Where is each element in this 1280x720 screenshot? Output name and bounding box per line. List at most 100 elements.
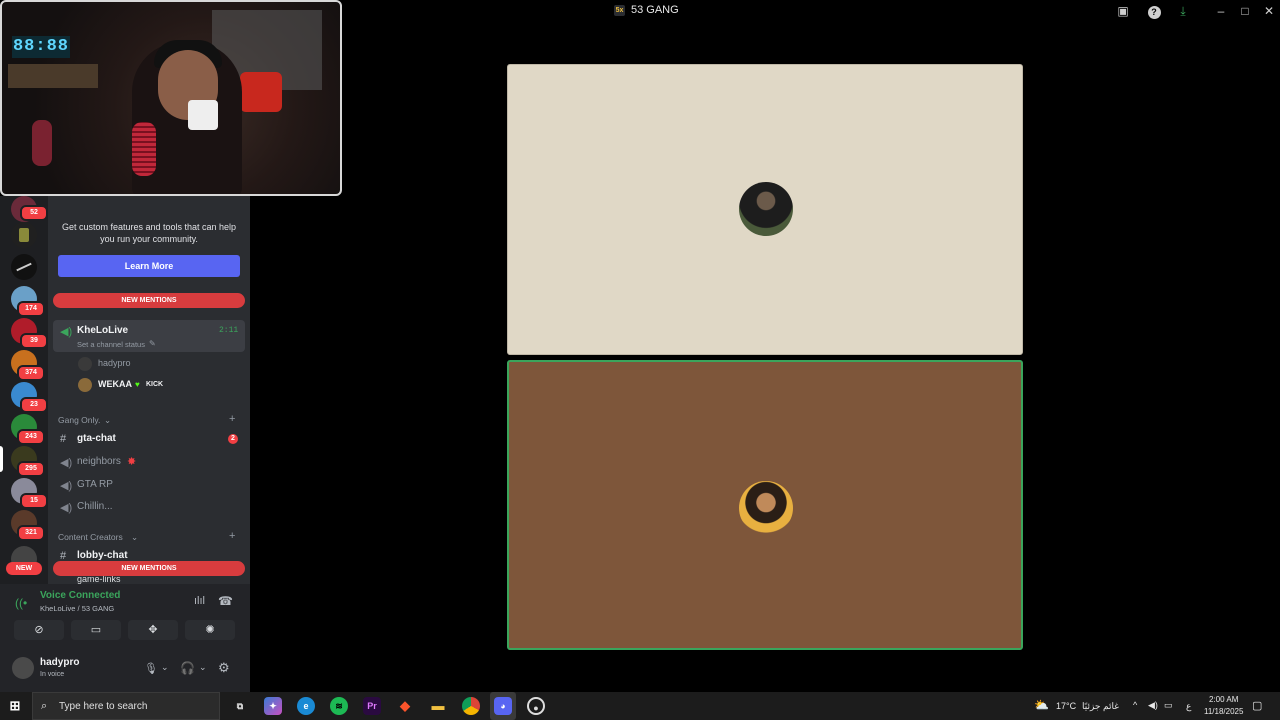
participant-avatar <box>739 182 793 236</box>
input-language[interactable]: ع <box>1186 701 1191 712</box>
task-view-icon[interactable]: ⧉ <box>231 697 249 715</box>
server-mention-badge: 52 <box>20 205 48 221</box>
clock-date[interactable]: 11/18/2025 <box>1204 707 1243 716</box>
category-title[interactable]: Content Creators <box>58 532 123 542</box>
taskbar-search-box[interactable]: ⌕ Type here to search <box>32 692 220 720</box>
speaker-icon: ◀) <box>60 480 73 492</box>
new-mentions-bar[interactable]: NEW MENTIONS <box>53 561 245 576</box>
add-channel-icon[interactable]: + <box>229 413 235 425</box>
chevron-down-icon[interactable]: ⌄ <box>199 662 207 673</box>
category-title[interactable]: Gang Only. <box>58 415 100 425</box>
voice-member-name[interactable]: WEKAA <box>98 379 132 389</box>
windows-start-icon[interactable]: ⊞ <box>6 697 24 715</box>
weather-temp[interactable]: 17°C <box>1056 701 1076 711</box>
spotify-icon[interactable]: ≋ <box>330 697 348 715</box>
mention-badge: 2 <box>228 434 238 444</box>
search-icon: ⌕ <box>41 700 48 712</box>
active-server-pill <box>0 446 3 472</box>
server-logo-icon: 5x <box>614 4 625 16</box>
chevron-down-icon[interactable]: ⌄ <box>104 415 111 426</box>
new-mentions-bar[interactable]: NEW MENTIONS <box>53 293 245 308</box>
clock-time[interactable]: 2:00 AM <box>1209 695 1238 704</box>
username[interactable]: hadypro <box>40 657 79 668</box>
channel-lobby-chat[interactable]: lobby-chat <box>77 550 128 561</box>
channel-chillin[interactable]: Chillin... <box>77 501 113 512</box>
microphone-icon[interactable]: 🎙 <box>144 662 158 675</box>
download-icon[interactable]: ⤓ <box>1176 4 1190 18</box>
premiere-icon[interactable]: Pr <box>363 697 381 715</box>
minimize-icon[interactable]: – <box>1214 4 1228 18</box>
star-icon: ✸ <box>127 456 137 468</box>
speaker-icon: ◀) <box>60 502 73 514</box>
soundboard-button[interactable]: ✺ <box>185 620 235 640</box>
channel-gta-chat[interactable]: gta-chat <box>77 433 116 444</box>
noise-suppression-icon[interactable]: ılıl <box>194 595 205 607</box>
server-icon[interactable] <box>11 254 37 280</box>
signal-icon: ((• <box>15 596 28 610</box>
settings-gear-icon[interactable]: ⚙ <box>218 660 230 676</box>
brave-icon[interactable]: ◆ <box>396 697 414 715</box>
learn-more-button[interactable]: Learn More <box>58 255 240 277</box>
kick-heart-icon: ♥ <box>135 380 140 389</box>
server-mention-badge: 39 <box>20 333 48 349</box>
server-mention-badge: 243 <box>17 429 45 445</box>
speaker-icon: ◀) <box>60 457 73 469</box>
speaker-volume-icon[interactable]: ◀) <box>1148 700 1158 711</box>
windows-taskbar: ⊞ ⌕ Type here to search ⧉ ✦ e ≋ Pr ◆ ▬ ◕… <box>0 692 1280 720</box>
obs-icon[interactable]: ● <box>527 697 545 715</box>
show-hidden-icons-icon[interactable]: ^ <box>1133 700 1137 710</box>
screen-share-button[interactable]: ▭ <box>71 620 121 640</box>
voice-member-name[interactable]: hadypro <box>98 358 131 368</box>
voice-channel-timer: 2:11 <box>219 326 239 335</box>
notifications-icon[interactable]: ▢ <box>1252 699 1262 712</box>
server-mention-badge: 321 <box>17 525 45 541</box>
maximize-icon[interactable]: □ <box>1238 4 1252 18</box>
taskbar-search-placeholder: Type here to search <box>59 701 148 712</box>
add-channel-icon[interactable]: + <box>229 530 235 542</box>
chrome-icon[interactable] <box>462 697 480 715</box>
voice-connected-status[interactable]: Voice Connected <box>40 590 120 601</box>
server-mention-badge: 15 <box>20 493 48 509</box>
webcam-shelf <box>8 64 98 88</box>
user-avatar[interactable] <box>12 657 34 679</box>
discord-icon[interactable]: ◕ <box>494 697 512 715</box>
channel-status[interactable]: Set a channel status <box>77 340 145 349</box>
disconnect-icon[interactable]: ☎ <box>218 594 233 608</box>
participant-tile-2-speaking[interactable] <box>507 360 1023 650</box>
edge-icon[interactable]: e <box>297 697 315 715</box>
participant-avatar <box>739 481 793 535</box>
webcam-figure <box>32 120 52 166</box>
webcam-overlay: 88:88 <box>0 0 342 196</box>
weather-icon: ⛅ <box>1034 698 1049 712</box>
file-explorer-icon[interactable]: ▬ <box>429 697 447 715</box>
window-title: 5x 53 GANG <box>614 4 679 16</box>
webcam-digital-clock: 88:88 <box>12 36 70 58</box>
close-icon[interactable]: ✕ <box>1262 4 1276 18</box>
participant-tile-1[interactable] <box>507 64 1023 355</box>
boost-promo-text: Get custom features and tools that can h… <box>61 222 237 244</box>
user-status: In voice <box>40 671 65 678</box>
headphones-icon[interactable]: 🎧 <box>180 661 195 675</box>
network-icon[interactable]: ▭ <box>1164 700 1173 711</box>
chevron-down-icon[interactable]: ⌄ <box>161 662 169 673</box>
server-mention-badge: 374 <box>17 365 45 381</box>
webcam-mug <box>188 100 218 130</box>
camera-off-button[interactable]: ⊘ <box>14 620 64 640</box>
channel-neighbors[interactable]: neighbors <box>77 456 121 467</box>
inbox-icon[interactable]: ▣ <box>1116 4 1130 18</box>
kick-tag: KICK <box>146 381 164 388</box>
voice-location[interactable]: KheLoLive / 53 GANG <box>40 604 114 613</box>
server-icon[interactable] <box>11 222 37 248</box>
member-avatar <box>78 378 92 392</box>
activities-button[interactable]: ✥ <box>128 620 178 640</box>
hash-icon: # <box>60 433 67 445</box>
chevron-down-icon[interactable]: ⌄ <box>131 532 138 543</box>
new-unreads-pill[interactable]: NEW <box>6 562 42 575</box>
copilot-icon[interactable]: ✦ <box>264 697 282 715</box>
channel-gta-rp[interactable]: GTA RP <box>77 479 113 490</box>
weather-label[interactable]: غائم جزئيًا <box>1082 701 1119 712</box>
edit-pencil-icon[interactable]: ✎ <box>149 339 156 348</box>
server-mention-badge: 174 <box>17 301 45 317</box>
help-icon[interactable]: ? <box>1147 4 1161 19</box>
server-mention-badge: 295 <box>17 461 45 477</box>
